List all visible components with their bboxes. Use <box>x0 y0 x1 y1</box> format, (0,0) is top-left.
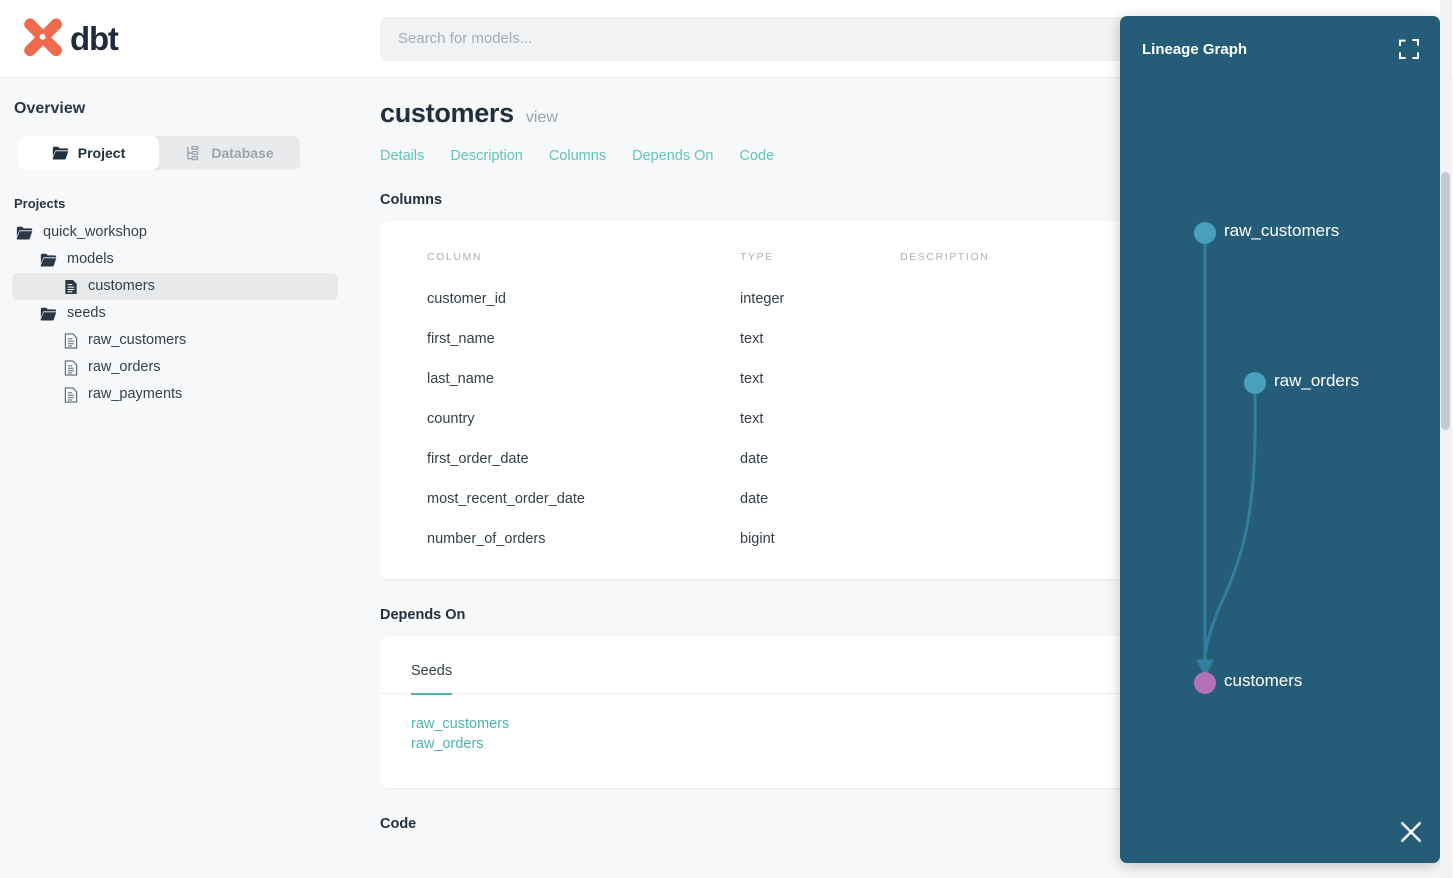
project-database-toggle: Project Database <box>18 136 300 170</box>
brand-logo[interactable]: dbt <box>0 0 380 78</box>
cell-type: bigint <box>740 531 775 547</box>
tree-item-raw-orders[interactable]: raw_orders <box>12 354 338 381</box>
cell-type: text <box>740 371 764 387</box>
folder-icon <box>40 307 57 321</box>
nav-link-depends-on[interactable]: Depends On <box>632 148 713 164</box>
column-header-type: TYPE <box>740 251 774 263</box>
nav-link-details[interactable]: Details <box>380 148 424 164</box>
folder-icon <box>16 226 33 239</box>
file-outline-icon <box>64 359 78 376</box>
folder-icon <box>40 253 57 267</box>
column-header-column: COLUMN <box>427 251 483 263</box>
tree-item-label: raw_customers <box>88 332 187 349</box>
page-subtitle: view <box>525 109 558 126</box>
cell-type: date <box>740 451 769 467</box>
tree-item-label: models <box>67 251 114 268</box>
depends-on-link-raw-customers[interactable]: raw_customers <box>411 716 509 732</box>
folder-icon <box>40 253 57 266</box>
tree-item-label: quick_workshop <box>43 224 147 241</box>
cell-column: first_name <box>427 331 495 347</box>
tab-project[interactable]: Project <box>18 136 159 170</box>
file-outline-icon <box>64 332 78 349</box>
cell-column: number_of_orders <box>427 531 546 547</box>
lineage-panel-title: Lineage Graph <box>1142 40 1248 58</box>
file-outline-icon <box>64 332 78 349</box>
depends-on-link-raw-orders[interactable]: raw_orders <box>411 736 484 752</box>
folder-icon <box>16 226 33 240</box>
tree-item-label: customers <box>88 278 155 295</box>
tree-item-seeds[interactable]: seeds <box>12 300 338 327</box>
tree-item-raw-customers[interactable]: raw_customers <box>12 327 338 354</box>
close-x-icon[interactable] <box>1396 817 1426 847</box>
sidebar: Overview Project Database Projects quick… <box>0 78 380 878</box>
cell-type: date <box>740 491 769 507</box>
tree-item-label: seeds <box>67 305 106 322</box>
page-scrollbar-track[interactable] <box>1440 0 1452 878</box>
page-title: customers <box>380 98 514 128</box>
lineage-node-raw-orders[interactable] <box>1244 372 1266 394</box>
tree-item-label: raw_orders <box>88 359 161 376</box>
cell-column: last_name <box>427 371 494 387</box>
tab-database-label: Database <box>211 145 274 161</box>
page-scrollbar-thumb[interactable] <box>1441 172 1450 430</box>
nav-link-description[interactable]: Description <box>450 148 523 164</box>
lineage-node-label-raw-orders: raw_orders <box>1274 371 1360 390</box>
file-filled-icon <box>64 279 78 295</box>
lineage-node-label-customers: customers <box>1224 671 1303 690</box>
lineage-panel-header: Lineage Graph <box>1120 16 1440 60</box>
project-tree: quick_workshopmodels customers seeds raw_cu… <box>12 219 360 408</box>
nav-link-code[interactable]: Code <box>740 148 775 164</box>
lineage-edge-raw-orders-to-customers <box>1203 393 1257 657</box>
tree-header: Projects <box>14 196 66 211</box>
cell-type: text <box>740 411 764 427</box>
file-outline-icon <box>64 359 78 376</box>
tree-item-customers[interactable]: customers <box>12 273 338 300</box>
tab-project-label: Project <box>77 145 126 161</box>
tree-item-label: raw_payments <box>88 386 183 403</box>
brand-wordmark: dbt <box>70 20 119 57</box>
file-outline-icon <box>64 386 78 403</box>
tree-hierarchy-icon <box>187 145 199 160</box>
folder-icon <box>40 307 57 320</box>
nav-link-columns[interactable]: Columns <box>549 148 606 164</box>
depends-on-tab-seeds[interactable]: Seeds <box>411 663 453 695</box>
lineage-graph-panel: Lineage Graph raw_customers raw_orders c… <box>1120 16 1440 863</box>
cell-column: most_recent_order_date <box>427 491 585 507</box>
tree-item-quick-workshop[interactable]: quick_workshop <box>12 219 338 246</box>
lineage-node-raw-customers[interactable] <box>1194 222 1216 244</box>
folder-icon <box>52 146 69 160</box>
lineage-node-label-raw-customers: raw_customers <box>1224 221 1340 240</box>
dbt-docs-app: dbt Overview Project Database <box>0 0 1453 878</box>
cell-column: country <box>427 411 475 427</box>
cell-type: text <box>740 331 764 347</box>
file-filled-icon <box>65 279 77 294</box>
dbt-x-logo-icon <box>24 17 63 56</box>
cell-column: first_order_date <box>427 451 529 467</box>
expand-fullscreen-icon[interactable] <box>1398 38 1420 60</box>
tree-item-models[interactable]: models <box>12 246 338 273</box>
cell-type: integer <box>740 291 785 307</box>
tab-database[interactable]: Database <box>159 136 300 170</box>
tree-item-raw-payments[interactable]: raw_payments <box>12 381 338 408</box>
sidebar-title: Overview <box>14 100 86 117</box>
cell-column: customer_id <box>427 291 506 307</box>
file-outline-icon <box>64 386 78 403</box>
lineage-node-customers[interactable] <box>1194 672 1216 694</box>
